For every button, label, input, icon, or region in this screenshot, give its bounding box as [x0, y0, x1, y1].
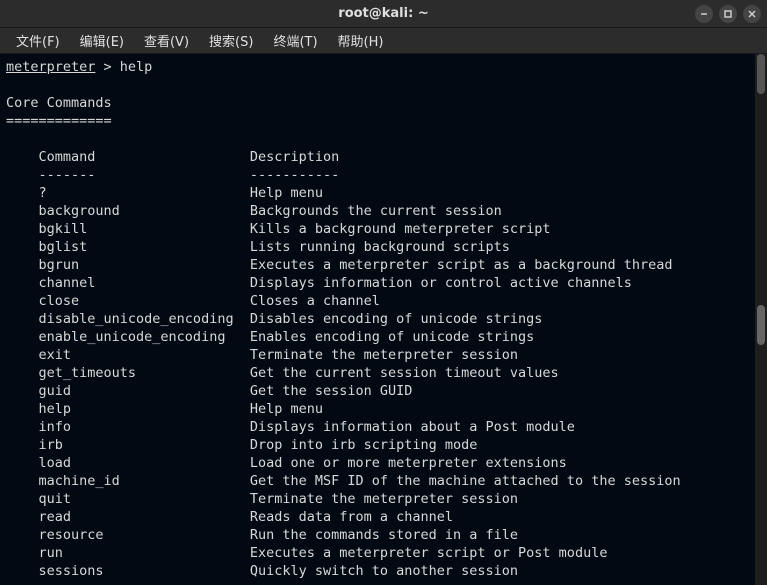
window-title: root@kali: ~ — [338, 6, 428, 21]
scrollbar[interactable] — [755, 54, 767, 585]
maximize-button[interactable] — [719, 5, 737, 23]
terminal-output[interactable]: meterpreter > help Core Commands =======… — [0, 54, 755, 585]
maximize-icon — [723, 9, 733, 19]
prompt-arrow: > — [95, 59, 119, 75]
menu-help[interactable]: 帮助(H) — [328, 29, 394, 52]
terminal-wrapper: meterpreter > help Core Commands =======… — [0, 54, 767, 585]
scrollbar-hint — [757, 305, 765, 345]
titlebar: root@kali: ~ — [0, 0, 767, 28]
close-icon — [747, 9, 757, 19]
menubar: 文件(F) 编辑(E) 查看(V) 搜索(S) 终端(T) 帮助(H) — [0, 28, 767, 54]
prompt-host: meterpreter — [6, 59, 95, 75]
help-output: Core Commands ============= Command Desc… — [6, 95, 681, 579]
minimize-button[interactable] — [695, 5, 713, 23]
scrollbar-thumb[interactable] — [757, 54, 765, 94]
window-controls — [695, 5, 761, 23]
menu-view[interactable]: 查看(V) — [134, 29, 199, 52]
minimize-icon — [699, 9, 709, 19]
menu-search[interactable]: 搜索(S) — [199, 29, 263, 52]
command-typed: help — [120, 59, 153, 75]
menu-terminal[interactable]: 终端(T) — [263, 29, 327, 52]
close-button[interactable] — [743, 5, 761, 23]
menu-file[interactable]: 文件(F) — [6, 29, 70, 52]
menu-edit[interactable]: 编辑(E) — [70, 29, 134, 52]
terminal-window: root@kali: ~ 文件(F) 编辑(E) 查看(V) 搜索(S) 终端(… — [0, 0, 767, 585]
